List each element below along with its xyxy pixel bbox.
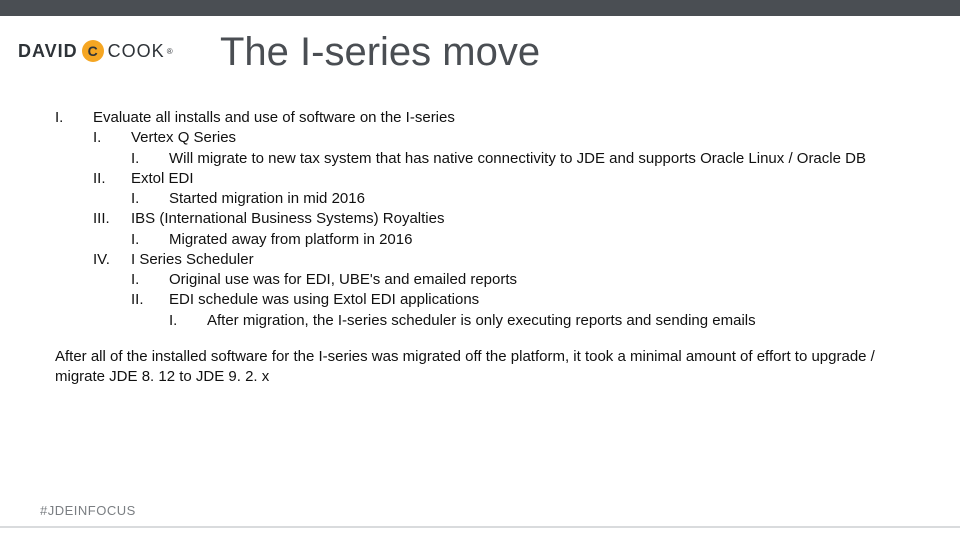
outline-text: I Series Scheduler [131, 250, 254, 270]
outline-number: III. [93, 209, 131, 229]
trademark-icon: ® [167, 47, 173, 56]
outline-text: Extol EDI [131, 169, 194, 189]
footer-hashtag: #JDEINFOCUS [40, 503, 136, 518]
outline-number: I. [169, 311, 207, 331]
outline-number: I. [131, 189, 169, 209]
slide-body: I. Evaluate all installs and use of soft… [55, 108, 900, 387]
outline-text: Vertex Q Series [131, 128, 236, 148]
logo-text-left: DAVID [18, 41, 78, 62]
brand-logo: DAVID C COOK ® [18, 40, 173, 62]
outline-item: I. Started migration in mid 2016 [55, 189, 900, 209]
outline-text: Original use was for EDI, UBE's and emai… [169, 270, 517, 290]
outline-item: I. Migrated away from platform in 2016 [55, 230, 900, 250]
outline-item: I. Will migrate to new tax system that h… [55, 149, 900, 169]
outline-number: I. [131, 149, 169, 169]
outline-number: I. [131, 270, 169, 290]
outline-item: IV. I Series Scheduler [55, 250, 900, 270]
logo-badge-icon: C [82, 40, 104, 62]
outline-text: IBS (International Business Systems) Roy… [131, 209, 444, 229]
outline-item: III. IBS (International Business Systems… [55, 209, 900, 229]
outline-number: I. [55, 108, 93, 128]
outline-item: II. EDI schedule was using Extol EDI app… [55, 290, 900, 310]
top-bar [0, 0, 960, 16]
closing-paragraph: After all of the installed software for … [55, 347, 875, 388]
outline-text: Started migration in mid 2016 [169, 189, 365, 209]
outline-item: I. After migration, the I-series schedul… [55, 311, 900, 331]
bottom-divider [0, 526, 960, 528]
outline-item: I. Evaluate all installs and use of soft… [55, 108, 900, 128]
outline-number: IV. [93, 250, 131, 270]
outline-number: II. [93, 169, 131, 189]
slide-title: The I-series move [220, 30, 540, 75]
outline-text: After migration, the I-series scheduler … [207, 311, 756, 331]
outline-text: Migrated away from platform in 2016 [169, 230, 412, 250]
outline-text: Evaluate all installs and use of softwar… [93, 108, 455, 128]
outline-number: I. [93, 128, 131, 148]
logo-text-right: COOK [108, 41, 165, 62]
outline-text: Will migrate to new tax system that has … [169, 149, 866, 169]
outline-text: EDI schedule was using Extol EDI applica… [169, 290, 479, 310]
outline-number: II. [131, 290, 169, 310]
outline-number: I. [131, 230, 169, 250]
outline-item: I. Original use was for EDI, UBE's and e… [55, 270, 900, 290]
outline-item: II. Extol EDI [55, 169, 900, 189]
outline-item: I. Vertex Q Series [55, 128, 900, 148]
